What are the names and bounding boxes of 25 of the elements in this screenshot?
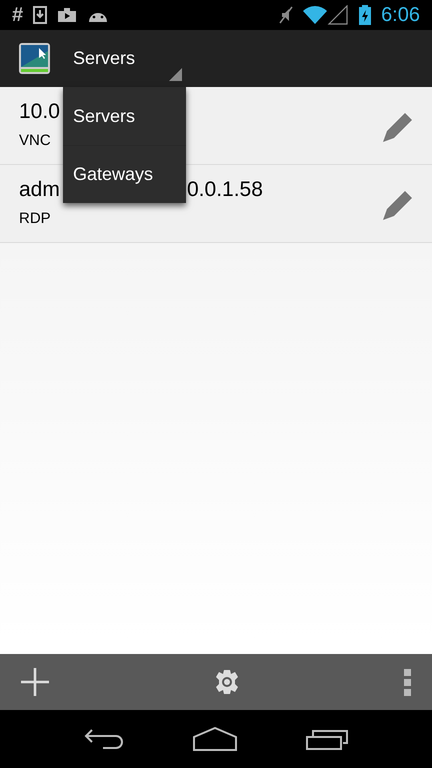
connection-protocol: VNC — [19, 133, 51, 148]
back-icon[interactable] — [84, 728, 124, 750]
download-icon — [33, 6, 48, 24]
notification-glyph: # — [12, 5, 24, 25]
media-icon — [57, 7, 78, 23]
clock: 6:06 — [381, 5, 420, 25]
navigation-spinner[interactable]: Servers — [73, 34, 187, 82]
edit-pencil-icon[interactable] — [383, 188, 415, 220]
wifi-signal-icon — [303, 5, 350, 25]
muted-icon — [279, 6, 294, 24]
connection-title: 0.0.1.58 — [187, 179, 263, 200]
battery-icon — [359, 5, 372, 25]
settings-icon[interactable] — [214, 669, 240, 695]
connection-title: 10.0 — [19, 101, 60, 122]
dropdown-item[interactable]: Gateways — [63, 145, 186, 203]
overflow-menu-icon[interactable] — [404, 668, 412, 696]
home-icon[interactable] — [192, 727, 237, 751]
add-icon[interactable] — [20, 667, 50, 697]
dropdown-corner-icon — [169, 68, 182, 81]
connection-protocol: RDP — [19, 211, 51, 226]
app-logo-icon[interactable] — [19, 43, 50, 74]
connection-title: adm — [19, 179, 60, 200]
dropdown-item[interactable]: Servers — [63, 87, 186, 145]
edit-pencil-icon[interactable] — [383, 110, 415, 142]
recent-apps-icon[interactable] — [306, 728, 348, 750]
